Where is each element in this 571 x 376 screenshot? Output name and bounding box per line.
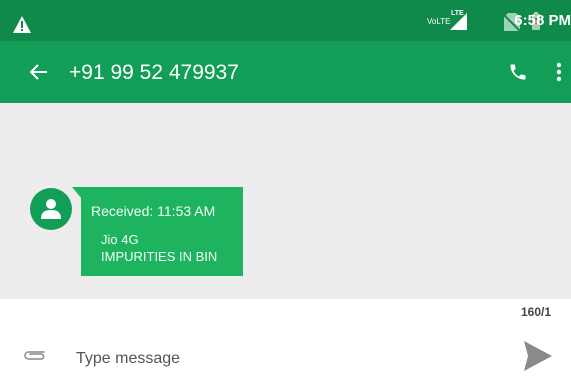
status-time: 6:58 PM xyxy=(514,12,571,29)
phone-icon[interactable] xyxy=(508,62,528,82)
app-bar: +91 99 52 479937 xyxy=(0,41,571,103)
attach-icon[interactable] xyxy=(24,348,46,362)
message-input[interactable]: Type message xyxy=(76,350,180,368)
message-line: IMPURITIES IN BIN xyxy=(101,249,218,264)
message-body: Jio 4G IMPURITIES IN BIN xyxy=(101,231,217,265)
avatar[interactable] xyxy=(30,188,72,230)
signal-icon xyxy=(450,13,467,30)
conversation-title: +91 99 52 479937 xyxy=(69,61,239,84)
person-icon xyxy=(41,199,61,219)
send-icon[interactable] xyxy=(524,341,552,371)
message-bubble[interactable]: Received: 11:53 AM Jio 4G IMPURITIES IN … xyxy=(81,187,243,276)
back-arrow-icon[interactable] xyxy=(30,64,48,80)
message-line: Jio 4G xyxy=(101,232,139,247)
received-time: Received: 11:53 AM xyxy=(91,203,216,219)
status-bar: VoLTE LTE 6:58 PM xyxy=(0,0,571,41)
character-counter: 160/1 xyxy=(520,305,551,319)
more-vert-icon[interactable] xyxy=(556,62,562,82)
volte-indicator: VoLTE xyxy=(427,17,451,26)
warning-icon xyxy=(13,16,31,33)
